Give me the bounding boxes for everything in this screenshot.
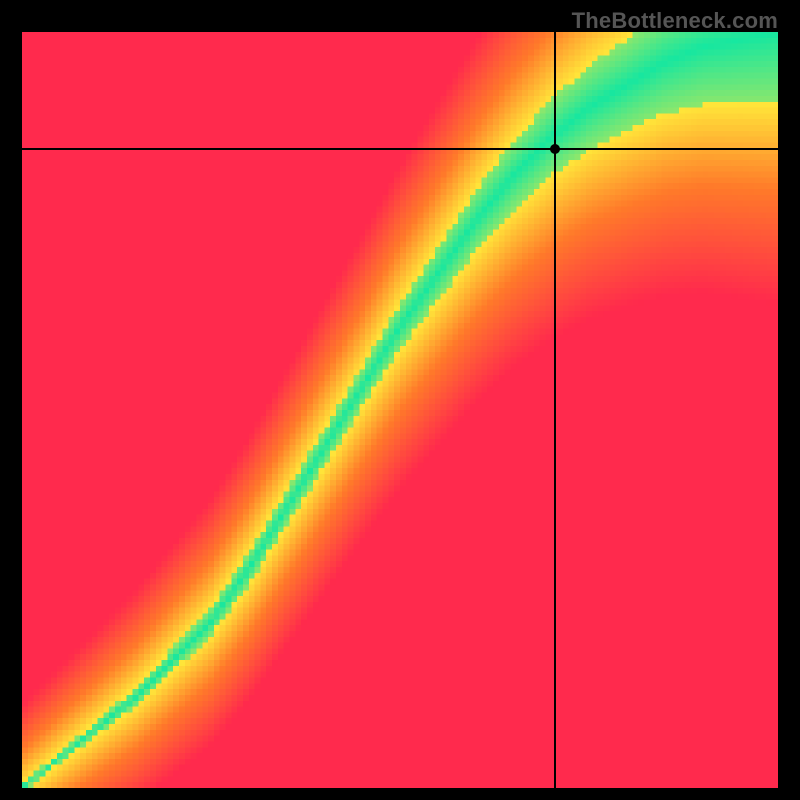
plot-area (22, 32, 778, 788)
attribution-label: TheBottleneck.com (572, 8, 778, 34)
marker-dot (550, 144, 560, 154)
heatmap-canvas (22, 32, 778, 788)
crosshair-horizontal (22, 148, 778, 150)
chart-container: TheBottleneck.com (0, 0, 800, 800)
